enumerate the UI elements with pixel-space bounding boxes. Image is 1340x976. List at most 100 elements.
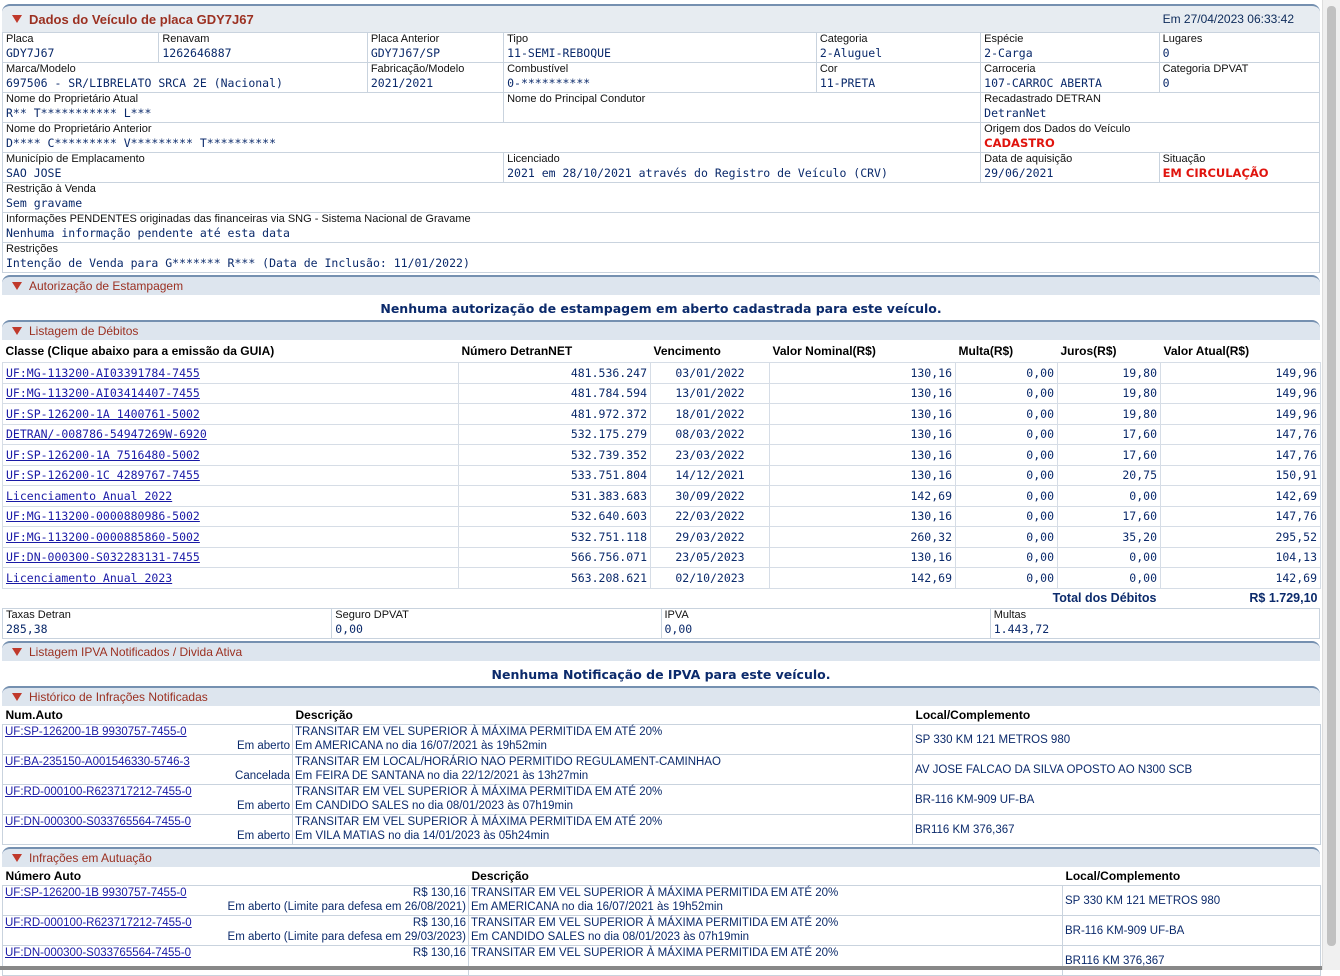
horizontal-scrollbar[interactable]: [0, 966, 1322, 970]
debito-vencimento: 03/01/2022: [650, 362, 770, 384]
autuacao-valor: R$ 130,16: [412, 947, 466, 959]
vertical-scrollbar[interactable]: [1322, 0, 1340, 970]
triangle-down-icon[interactable]: [12, 15, 22, 23]
autuacao-body: UF:SP-126200-1B 9930757-7455-0 R$ 130,16 E…: [2, 885, 1321, 976]
debito-classe-link[interactable]: Licenciamento Anual 2022: [6, 489, 172, 503]
autuacao-section-header[interactable]: Infrações em Autuação: [2, 847, 1320, 867]
debito-juros: 17,60: [1057, 423, 1161, 445]
debito-vencimento: 13/01/2022: [650, 382, 770, 404]
debito-numero: 566.756.071: [458, 546, 651, 568]
debito-valor-atual: 149,96: [1160, 362, 1321, 384]
debito-classe-link[interactable]: Licenciamento Anual 2023: [6, 571, 172, 585]
debito-classe-link[interactable]: UF:SP-126200-1A 7516480-5002: [6, 448, 200, 462]
debito-valor-atual: 295,52: [1160, 526, 1321, 548]
debito-juros: 17,60: [1057, 444, 1161, 466]
debito-classe-link[interactable]: UF:SP-126200-1A 1400761-5002: [6, 407, 200, 421]
debitos-section-header[interactable]: Listagem de Débitos: [2, 320, 1320, 340]
infracao-descricao-texto: TRANSITAR EM VEL SUPERIOR À MÁXIMA PERMI…: [295, 726, 663, 738]
debito-valor-atual: 150,91: [1160, 464, 1321, 486]
debito-classe-cell: Licenciamento Anual 2023: [2, 567, 459, 589]
debito-vencimento: 23/05/2023: [650, 546, 770, 568]
debito-juros: 19,80: [1057, 403, 1161, 425]
autuacao-descricao-texto: TRANSITAR EM VEL SUPERIOR À MÁXIMA PERMI…: [471, 917, 839, 929]
col-valor-nominal: Valor Nominal(R$): [772, 344, 876, 358]
debito-valor-atual: 142,69: [1160, 485, 1321, 507]
scrollbar-thumb[interactable]: [1327, 6, 1336, 946]
infracao-auto-link[interactable]: UF:SP-126200-1B 9930757-7455-0: [5, 726, 187, 738]
infracao-descricao-texto: TRANSITAR EM LOCAL/HORÁRIO NAO PERMITIDO…: [295, 756, 721, 768]
debito-classe-link[interactable]: UF:MG-113200-AI03391784-7455: [6, 366, 200, 380]
triangle-down-icon[interactable]: [12, 327, 22, 335]
infracao-local-data: Em AMERICANA no dia 16/07/2021 às 19h52m…: [295, 740, 547, 752]
historico-section-header[interactable]: Histórico de Infrações Notificadas: [2, 686, 1320, 706]
ipva-section-header[interactable]: Listagem IPVA Notificados / Divida Ativa: [2, 641, 1320, 661]
debitos-total-row: Total dos Débitos R$ 1.729,10: [3, 588, 1321, 608]
debito-row: UF:MG-113200-0000880986-5002 532.640.603 2…: [2, 505, 1321, 527]
debito-valor-nominal: 130,16: [769, 362, 956, 384]
field-placa-anterior: Placa Anterior GDY7J67/SP: [366, 32, 505, 63]
col-numero-detrannet: Número DetranNET: [461, 344, 573, 358]
debito-row: Licenciamento Anual 2023 563.208.621 02/10…: [2, 567, 1321, 589]
triangle-down-icon[interactable]: [12, 282, 22, 290]
debito-row: UF:MG-113200-0000885860-5002 532.751.118 2…: [2, 526, 1321, 548]
field-combustivel: Combustível 0-**********: [503, 62, 817, 93]
debito-classe-link[interactable]: UF:MG-113200-AI03414407-7455: [6, 386, 200, 400]
infracao-auto-cell: UF:DN-000300-S033765564-7455-0 Em aberto: [2, 814, 293, 845]
estampagem-section-header[interactable]: Autorização de Estampagem: [2, 275, 1320, 295]
field-restricoes: Restrições Intenção de Venda para G******…: [2, 242, 1320, 273]
autuacao-local-data: Em CANDIDO SALES no dia 08/01/2023 às 07…: [471, 931, 750, 943]
col-valor-atual: Valor Atual(R$): [1163, 344, 1250, 358]
debito-valor-atual: 142,69: [1160, 567, 1321, 589]
debito-row: DETRAN/-008786-54947269W-6920 532.175.279…: [2, 423, 1321, 445]
triangle-down-icon[interactable]: [12, 648, 22, 656]
field-restricao-venda: Restrição à Venda Sem gravame: [2, 182, 1320, 213]
debito-multa: 0,00: [955, 403, 1058, 425]
triangle-down-icon[interactable]: [12, 693, 22, 701]
infracao-row: UF:BA-235150-A001546330-5746-3 Cancelada T…: [2, 754, 1321, 785]
debito-juros: 35,20: [1057, 526, 1161, 548]
autuacao-local: BR116 KM 376,367: [1062, 945, 1321, 976]
vehicle-section-header[interactable]: Dados do Veículo de placa GDY7J67 Em 27/…: [2, 4, 1320, 32]
infracao-auto-link[interactable]: UF:RD-000100-R623717212-7455-0: [5, 786, 192, 798]
col-classe: Classe (Clique abaixo para a emissão da …: [5, 344, 275, 358]
autuacao-local-data: Em AMERICANA no dia 16/07/2021 às 19h52m…: [471, 901, 723, 913]
debitos-table: Classe (Clique abaixo para a emissão da …: [2, 340, 1321, 608]
field-cor: Cor 11-PRETA: [815, 62, 982, 93]
debito-vencimento: 22/03/2022: [650, 505, 770, 527]
debito-row: UF:SP-126200-1A 7516480-5002 532.739.352 2…: [2, 444, 1321, 466]
debito-numero: 532.751.118: [458, 526, 651, 548]
autuacao-auto-link[interactable]: UF:RD-000100-R623717212-7455-0: [5, 916, 192, 930]
debito-classe-link[interactable]: DETRAN/-008786-54947269W-6920: [6, 427, 207, 441]
debito-numero: 533.751.804: [458, 464, 651, 486]
infracao-row: UF:RD-000100-R623717212-7455-0 Em aberto T…: [2, 784, 1321, 815]
infracao-auto-link[interactable]: UF:DN-000300-S033765564-7455-0: [5, 816, 191, 828]
debito-classe-cell: UF:MG-113200-AI03414407-7455: [2, 382, 459, 404]
infracao-row: UF:SP-126200-1B 9930757-7455-0 Em aberto T…: [2, 724, 1321, 755]
debito-classe-cell: UF:MG-113200-0000880986-5002: [2, 505, 459, 527]
infracao-auto-link[interactable]: UF:BA-235150-A001546330-5746-3: [5, 756, 190, 768]
debito-valor-atual: 147,76: [1160, 505, 1321, 527]
field-recadastrado-detran: Recadastrado DETRAN DetranNet: [980, 92, 1320, 123]
debito-valor-nominal: 130,16: [769, 505, 956, 527]
infracao-status: Em aberto: [236, 830, 290, 842]
debito-classe-cell: Licenciamento Anual 2022: [2, 485, 459, 507]
infracao-status: Em aberto: [236, 740, 290, 752]
autuacao-auto-link[interactable]: UF:SP-126200-1B 9930757-7455-0: [5, 886, 187, 900]
debito-classe-link[interactable]: UF:MG-113200-0000885860-5002: [6, 530, 200, 544]
debito-row: UF:MG-113200-AI03391784-7455 481.536.247 0…: [2, 362, 1321, 384]
estampagem-section-title: Autorização de Estampagem: [29, 279, 184, 293]
col-multa: Multa(R$): [958, 344, 1014, 358]
debito-row: UF:DN-000300-S032283131-7455 566.756.071 2…: [2, 546, 1321, 568]
query-date: Em 27/04/2023 06:33:42: [1162, 12, 1294, 26]
triangle-down-icon[interactable]: [12, 854, 22, 862]
summary-ipva: IPVA 0,00: [660, 608, 991, 639]
field-lugares: Lugares 0: [1158, 32, 1321, 63]
summary-taxas-detran: Taxas Detran 285,38: [1, 608, 333, 639]
debito-multa: 0,00: [955, 423, 1058, 445]
debito-classe-link[interactable]: UF:DN-000300-S032283131-7455: [6, 550, 200, 564]
debito-classe-link[interactable]: UF:MG-113200-0000880986-5002: [6, 509, 200, 523]
infracao-descricao: TRANSITAR EM LOCAL/HORÁRIO NAO PERMITIDO…: [292, 754, 913, 785]
autuacao-status: Em aberto (Limite para defesa em 29/03/2…: [227, 931, 466, 943]
debito-classe-link[interactable]: UF:SP-126200-1C 4289767-7455: [6, 468, 200, 482]
autuacao-auto-link[interactable]: UF:DN-000300-S033765564-7455-0: [5, 946, 191, 960]
